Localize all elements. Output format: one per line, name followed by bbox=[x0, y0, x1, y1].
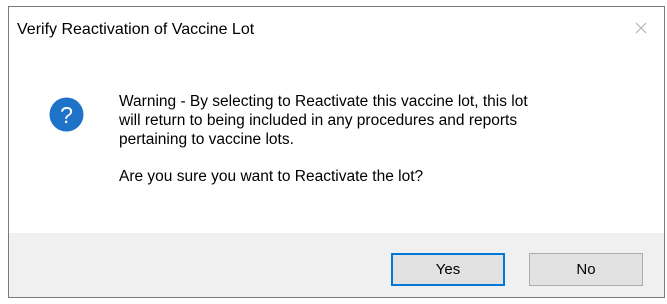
yes-button[interactable]: Yes bbox=[391, 253, 505, 286]
dialog-titlebar[interactable]: Verify Reactivation of Vaccine Lot bbox=[9, 7, 664, 49]
question-icon: ? bbox=[49, 97, 84, 132]
dialog-button-bar: Yes No bbox=[9, 233, 664, 297]
no-button[interactable]: No bbox=[529, 253, 643, 286]
close-icon bbox=[635, 22, 647, 34]
dialog-message: Warning - By selecting to Reactivate thi… bbox=[119, 92, 639, 186]
svg-text:?: ? bbox=[60, 102, 73, 128]
confirm-question: Are you sure you want to Reactivate the … bbox=[119, 168, 424, 185]
warning-text: Warning - By selecting to Reactivate thi… bbox=[119, 93, 528, 148]
reactivation-dialog: Verify Reactivation of Vaccine Lot ? War… bbox=[8, 6, 665, 298]
close-button[interactable] bbox=[618, 7, 664, 49]
dialog-content: ? Warning - By selecting to Reactivate t… bbox=[9, 49, 664, 235]
dialog-title: Verify Reactivation of Vaccine Lot bbox=[17, 21, 255, 38]
